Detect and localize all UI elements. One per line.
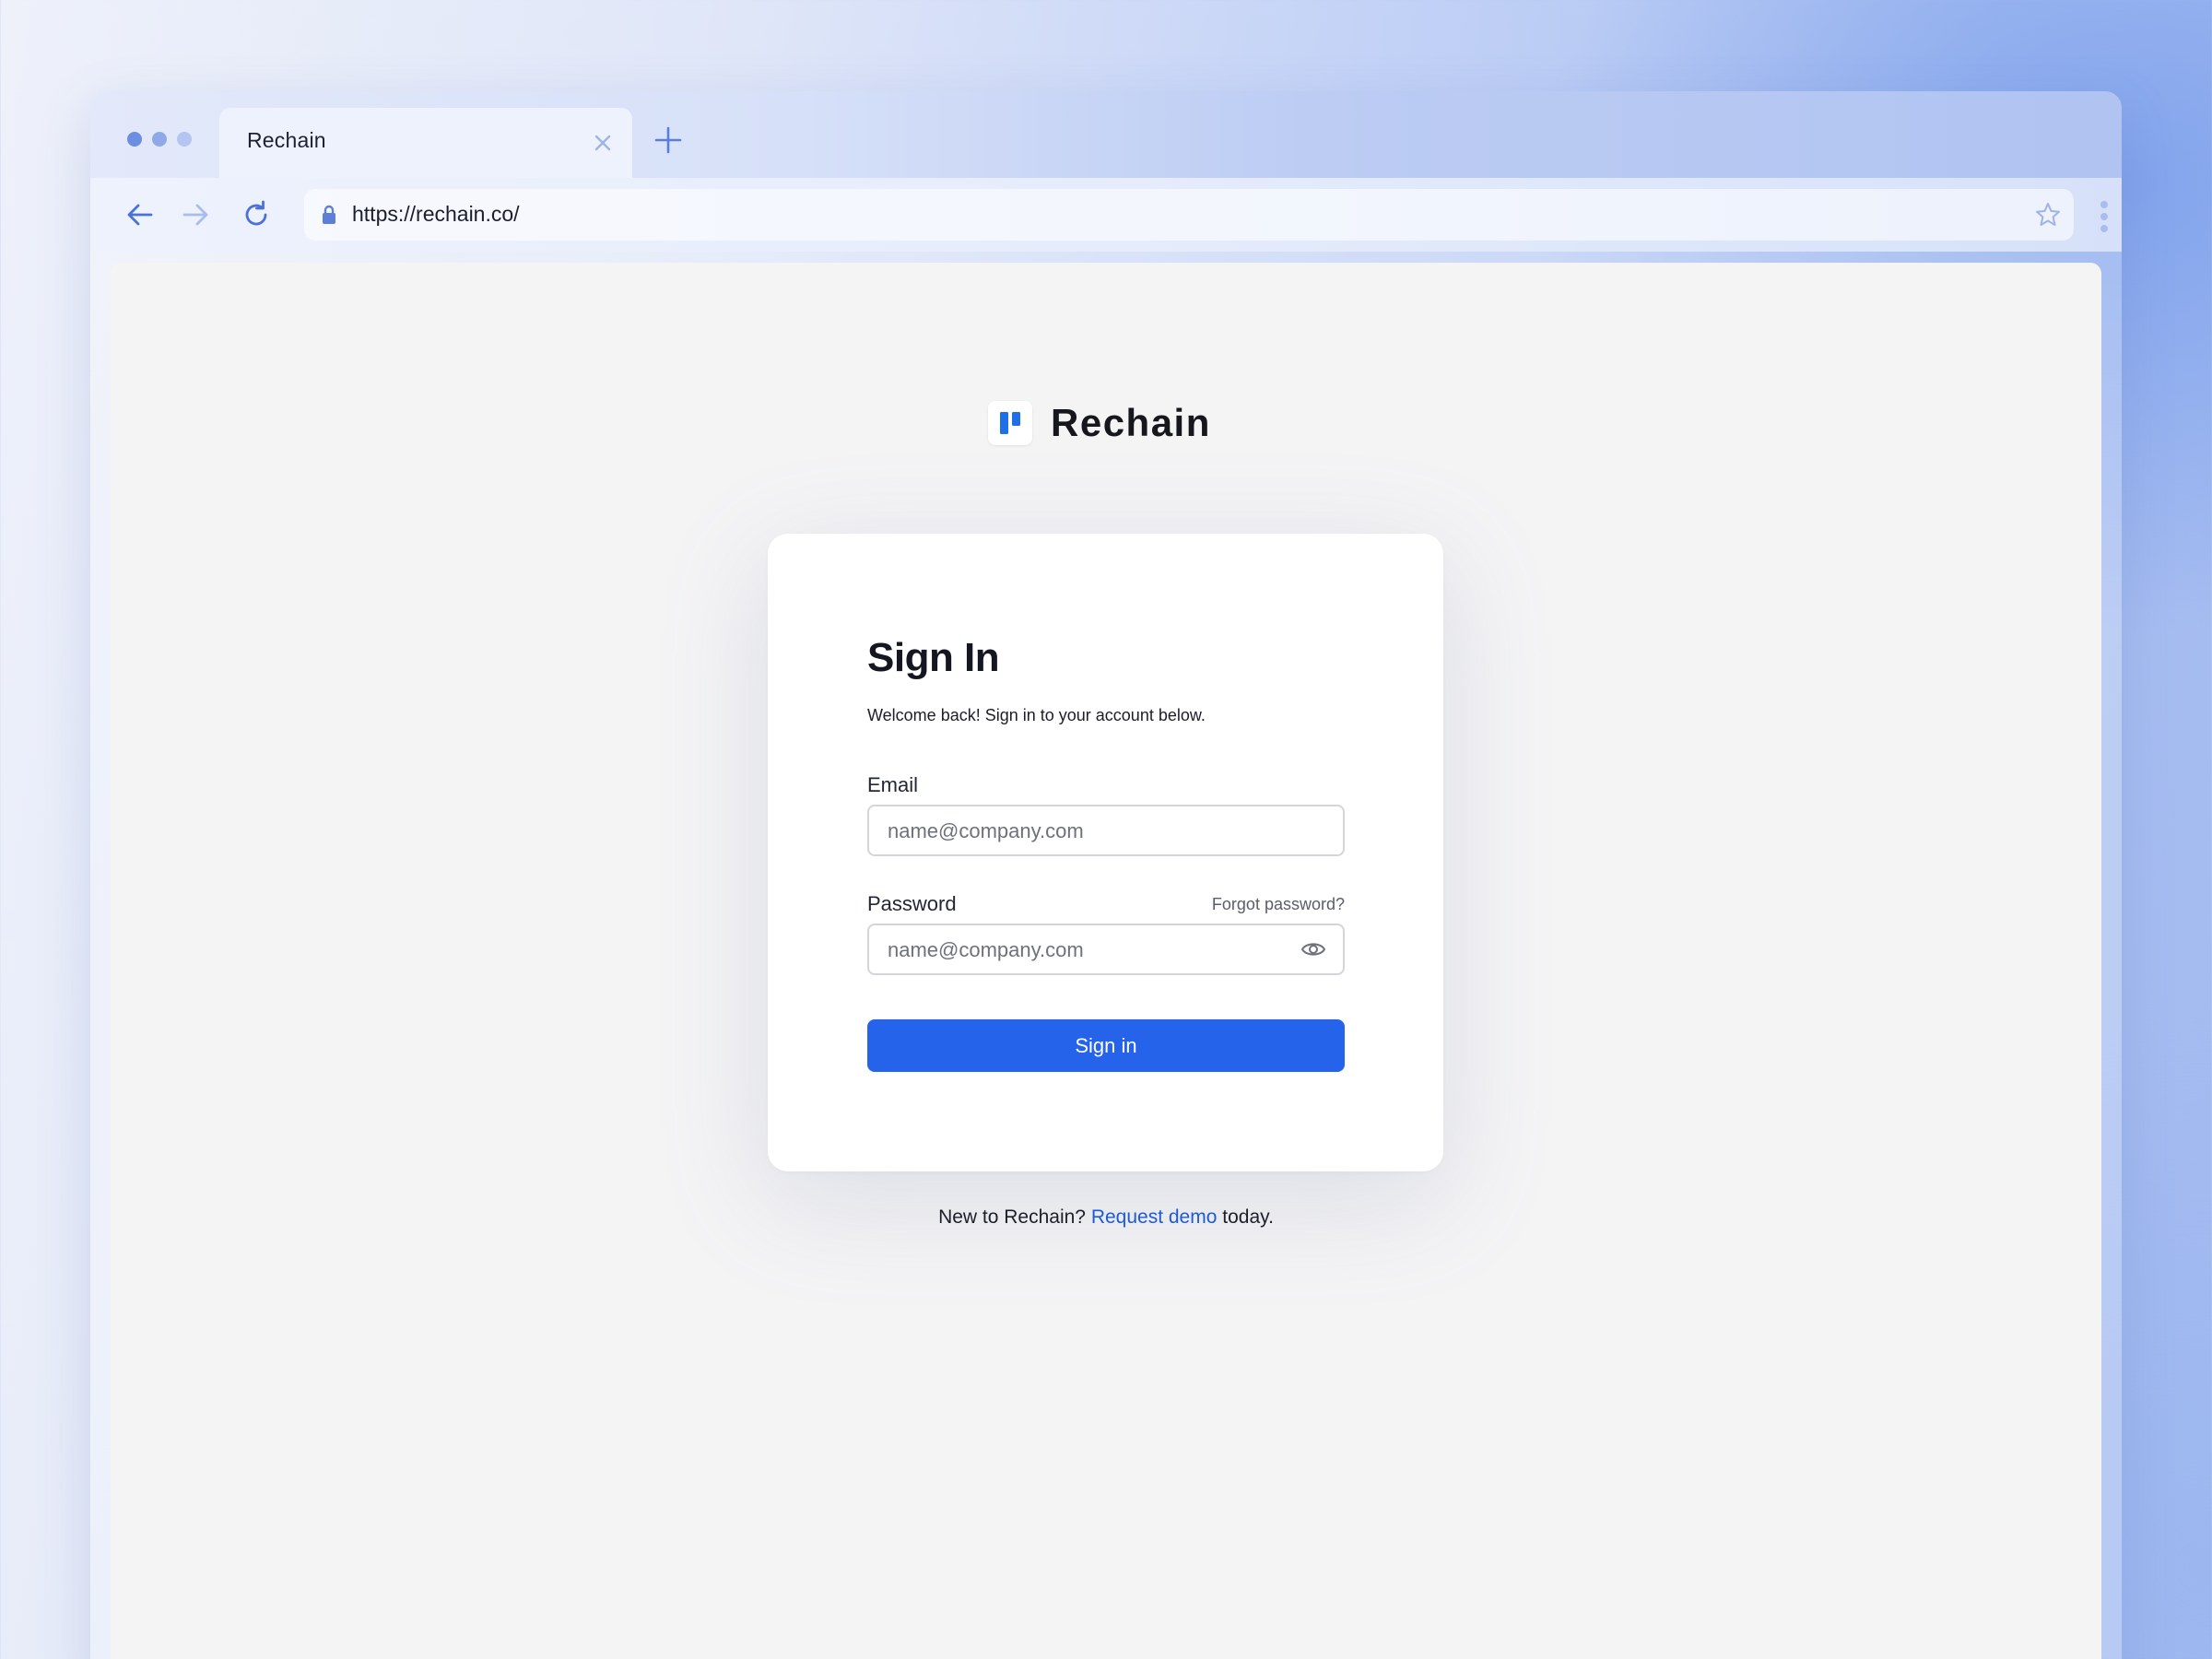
kebab-menu-icon[interactable] [2100, 200, 2109, 233]
forgot-password-link[interactable]: Forgot password? [1212, 895, 1345, 914]
brand-logo: Rechain [988, 400, 1211, 446]
reload-icon[interactable] [240, 198, 273, 231]
maximize-window-dot[interactable] [177, 132, 192, 147]
signin-card: Sign In Welcome back! Sign in to your ac… [768, 534, 1443, 1171]
email-field-box [867, 805, 1345, 856]
lock-icon [323, 205, 335, 224]
new-tab-plus-icon[interactable] [653, 124, 684, 156]
url-text[interactable]: https://rechain.co/ [352, 202, 520, 227]
brand-name: Rechain [1051, 401, 1211, 444]
signup-prompt: New to Rechain? Request demo today. [0, 1206, 2212, 1229]
browser-toolbar: https://rechain.co/ [90, 178, 2122, 252]
close-window-dot[interactable] [127, 132, 142, 147]
email-label: Email [867, 773, 919, 796]
eye-icon[interactable] [1300, 938, 1326, 960]
tab-rechain[interactable]: Rechain [219, 108, 632, 178]
window-controls [127, 132, 192, 147]
address-bar[interactable]: https://rechain.co/ [304, 189, 2074, 241]
forward-arrow-icon[interactable] [179, 198, 212, 231]
tab-bar: Rechain [90, 91, 2122, 178]
rechain-logo-icon [988, 401, 1032, 445]
back-arrow-icon[interactable] [124, 198, 157, 231]
signin-button[interactable]: Sign in [867, 1019, 1345, 1072]
minimize-window-dot[interactable] [152, 132, 167, 147]
bookmark-star-icon[interactable] [2033, 200, 2063, 229]
signup-prompt-prefix: New to Rechain? [938, 1206, 1086, 1228]
password-field[interactable] [886, 925, 1295, 975]
tab-title: Rechain [247, 128, 326, 152]
password-field-box [867, 924, 1345, 975]
signin-subtitle: Welcome back! Sign in to your account be… [867, 706, 1206, 724]
page-title: Sign In [867, 635, 1000, 680]
password-label: Password [867, 892, 957, 915]
signup-prompt-suffix: today. [1222, 1206, 1274, 1228]
request-demo-link[interactable]: Request demo [1091, 1206, 1218, 1228]
email-field[interactable] [886, 806, 1295, 856]
close-icon[interactable] [590, 130, 616, 156]
